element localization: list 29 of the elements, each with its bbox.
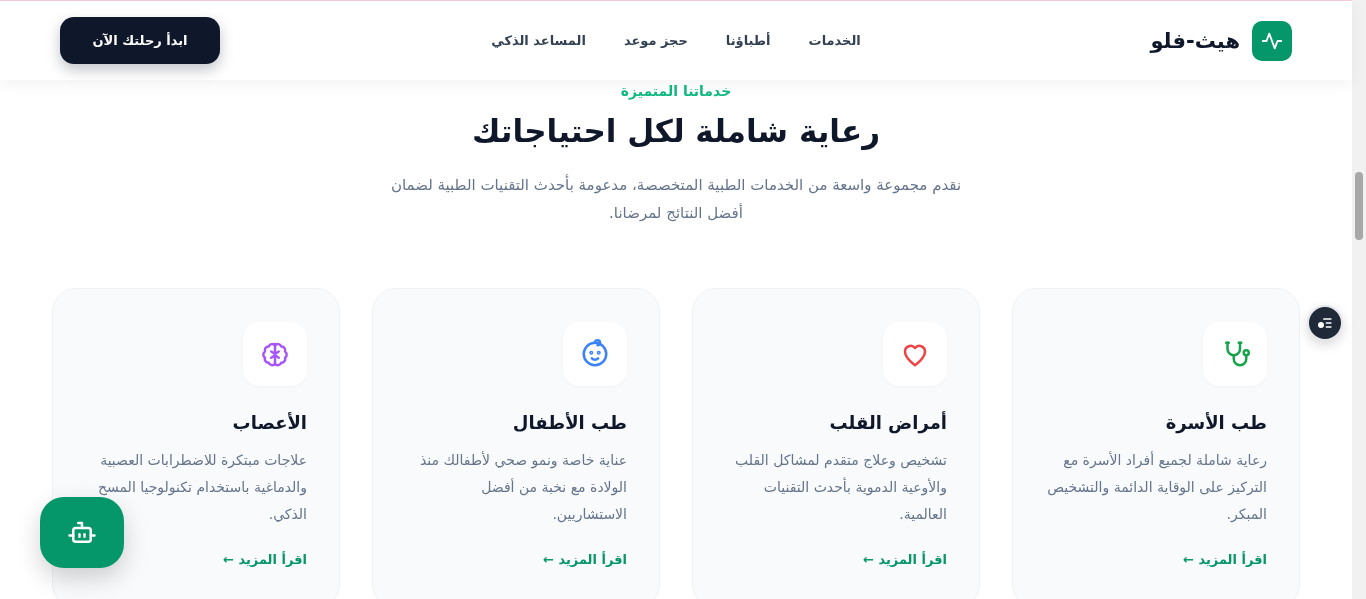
nav-link[interactable]: المساعد الذكي (491, 33, 586, 48)
stethoscope-icon (1203, 322, 1267, 386)
read-more-link[interactable]: اقرأ المزيد ← (1183, 552, 1267, 567)
service-title: أمراض القلب (828, 412, 947, 433)
accessibility-icon (1317, 315, 1333, 331)
logo-icon (1252, 20, 1292, 61)
section-intro: نقدم مجموعة واسعة من الخدمات الطبية المتخصصة، مدعومة بأحدث التقنيات الطبية لضمان أفضل النتائج لمرضانا. (389, 173, 963, 224)
start-journey-button[interactable]: ابدأ رحلتك الآن (60, 17, 220, 64)
scrollbar[interactable] (1352, 0, 1366, 599)
baby-icon (563, 322, 627, 386)
read-more-link[interactable]: اقرأ المزيد ← (223, 552, 307, 567)
service-description: علاجات مبتكرة للاضطرابات العصبية والدماغية باستخدام تكنولوجيا المسح الذكي. (97, 451, 307, 524)
service-title: طب الأطفال (511, 412, 627, 433)
service-description: تشخيص وعلاج متقدم لمشاكل القلب والأوعية الدموية بأحدث التقنيات العالمية. (734, 451, 947, 524)
service-description: عناية خاصة ونمو صحي لأطفالك منذ الولادة مع نخبة من أفضل الاستشاريين. (419, 450, 627, 525)
service-description: رعاية شاملة لجميع أفراد الأسرة مع التركيز على الوقاية الدائمة والتشخيص المبكر. (1046, 450, 1267, 524)
read-more-link[interactable]: اقرأ المزيد ← (863, 552, 947, 567)
brain-icon (243, 322, 307, 386)
service-title: الأعصاب (231, 412, 307, 433)
nav-link[interactable]: حجز موعد (623, 33, 688, 48)
accessibility-button[interactable] (1307, 305, 1343, 341)
nav-link[interactable]: الخدمات (808, 33, 861, 48)
section-title: رعاية شاملة لكل احتياجاتك (472, 113, 880, 149)
chatbot-button[interactable] (40, 497, 124, 568)
section-eyebrow: خدماتنا المتميزة (620, 83, 732, 99)
nav-link[interactable]: أطباؤنا (725, 33, 771, 48)
read-more-link[interactable]: اقرأ المزيد ← (543, 552, 627, 567)
service-title: طب الأسرة (1164, 412, 1267, 433)
logo-text[interactable]: هيث-فلو (1150, 28, 1240, 53)
